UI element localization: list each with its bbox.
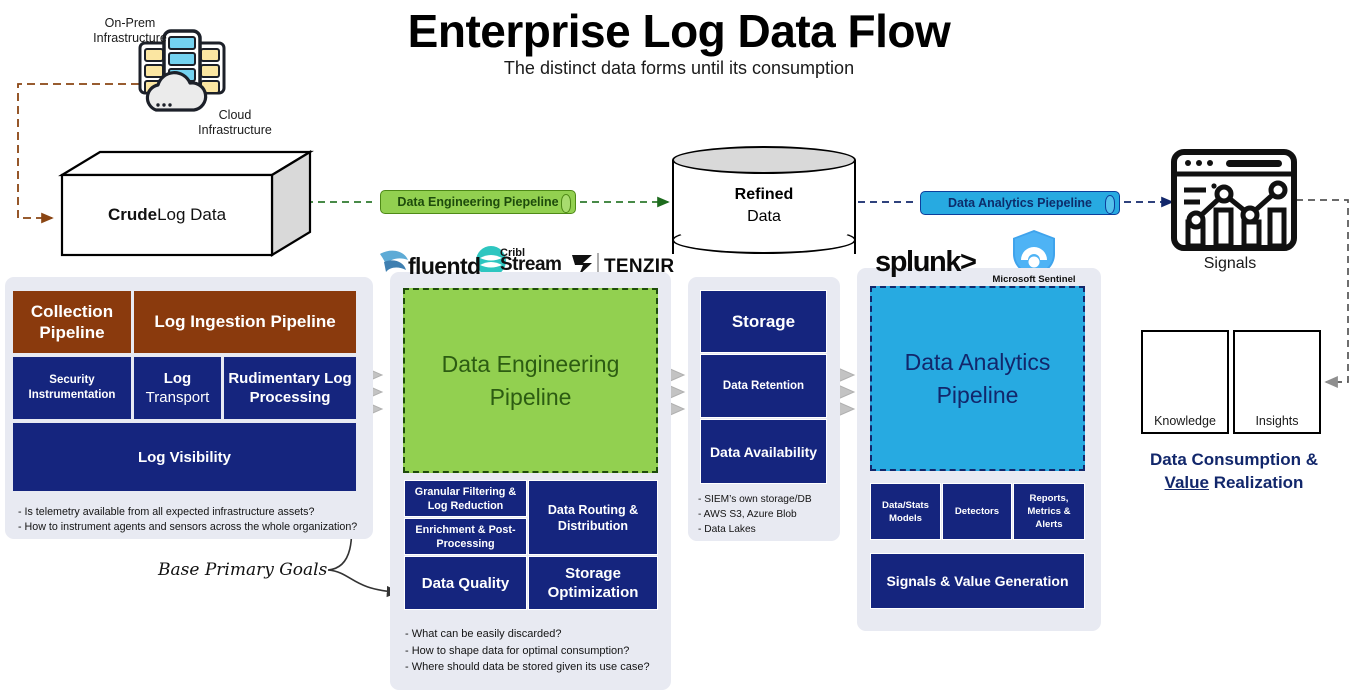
data-analytics-pipeline-badge[interactable]: Data Analytics Piepeline bbox=[920, 191, 1120, 215]
block-reports-metrics-alerts[interactable]: Reports, Metrics & Alerts bbox=[1013, 483, 1085, 540]
log-transport-bold: Log bbox=[163, 370, 192, 387]
refined-data-label: Refined Data bbox=[672, 184, 856, 228]
collection-note-2: - How to instrument agents and sensors a… bbox=[18, 521, 358, 533]
cloud-label-line2: Infrastructure bbox=[198, 123, 272, 137]
data-analytics-pipeline-label: Data Analytics Piepeline bbox=[947, 196, 1093, 210]
crude-log-data-bold: Crude bbox=[107, 205, 158, 224]
knowledge-label: Knowledge bbox=[1154, 414, 1216, 428]
block-storage[interactable]: Storage bbox=[700, 290, 827, 353]
storage-note-2: - AWS S3, Azure Blob bbox=[698, 509, 797, 520]
page-title: Enterprise Log Data Flow bbox=[407, 5, 951, 57]
onprem-label-line2: Infrastructure bbox=[93, 31, 167, 45]
pipe-cap-icon bbox=[561, 194, 571, 213]
cylinder-bottom bbox=[672, 226, 856, 254]
collection-panel-notes: - Is telemetry available from all expect… bbox=[18, 505, 368, 535]
cloud-label: Cloud Infrastructure bbox=[185, 108, 285, 138]
block-detectors[interactable]: Detectors bbox=[942, 483, 1012, 540]
cloud-label-line1: Cloud bbox=[218, 108, 252, 122]
block-data-availability[interactable]: Data Availability bbox=[700, 419, 827, 484]
insights-card[interactable]: Insights bbox=[1233, 330, 1321, 434]
engineering-note-2: - How to shape data for optimal consumpt… bbox=[405, 644, 630, 657]
block-security-instrumentation[interactable]: Security Instrumentation bbox=[13, 357, 131, 419]
block-signals-value-generation[interactable]: Signals & Value Generation bbox=[870, 553, 1085, 609]
microsoft-sentinel-logo-text: Microsoft Sentinel bbox=[992, 274, 1076, 285]
log-transport-rest: Transport bbox=[145, 389, 210, 406]
block-data-retention[interactable]: Data Retention bbox=[700, 354, 827, 418]
consumption-title-value: Value bbox=[1164, 473, 1209, 492]
block-collection-pipeline[interactable]: Collection Pipeline bbox=[13, 291, 131, 353]
insights-label: Insights bbox=[1255, 414, 1299, 428]
storage-panel-notes: - SIEM’s own storage/DB - AWS S3, Azure … bbox=[698, 492, 843, 537]
base-primary-goals-annotation: Base Primary Goals bbox=[158, 560, 328, 580]
block-data-routing-distribution[interactable]: Data Routing & Distribution bbox=[528, 480, 658, 555]
data-analytics-pipeline-main-block[interactable]: Data Analytics Pipeline bbox=[870, 286, 1085, 471]
refined-data-bold: Refined bbox=[734, 186, 794, 203]
splunk-logo-text: splunk> bbox=[875, 246, 977, 278]
fluentd-bird-icon bbox=[380, 250, 408, 272]
block-data-quality[interactable]: Data Quality bbox=[404, 556, 527, 610]
cribl-stream-logo-text: Cribl Stream bbox=[500, 248, 562, 275]
data-engineering-pipeline-main-block[interactable]: Data Engineering Pipeline bbox=[403, 288, 658, 473]
onprem-label-line1: On-Prem bbox=[104, 16, 156, 30]
block-log-visibility[interactable]: Log Visibility bbox=[13, 423, 356, 491]
block-log-ingestion-pipeline[interactable]: Log Ingestion Pipeline bbox=[134, 291, 356, 353]
refined-data-cylinder: Refined Data bbox=[672, 146, 856, 268]
block-log-transport[interactable]: Log Transport bbox=[134, 357, 221, 419]
fluentd-logo-text: fluentd bbox=[408, 253, 481, 279]
consumption-title-line1: Data Consumption & bbox=[1149, 450, 1319, 469]
knowledge-card[interactable]: Knowledge bbox=[1141, 330, 1229, 434]
consumption-title-rest: Realization bbox=[1208, 473, 1304, 492]
storage-note-3: - Data Lakes bbox=[698, 524, 756, 535]
pipe-cap-icon bbox=[1105, 195, 1115, 214]
onprem-label: On-Prem Infrastructure bbox=[80, 16, 180, 46]
engineering-note-1: - What can be easily discarded? bbox=[405, 628, 562, 640]
cribl-big: Stream bbox=[500, 254, 562, 275]
data-consumption-title: Data Consumption & Value Realization bbox=[1110, 448, 1358, 494]
block-rudimentary-log-processing[interactable]: Rudimentary Log Processing bbox=[224, 357, 356, 419]
engineering-note-3: - Where should data be stored given its … bbox=[405, 661, 650, 673]
tenzir-logo-text: TENZIR bbox=[604, 256, 675, 277]
block-granular-filtering[interactable]: Granular Filtering & Log Reduction bbox=[404, 480, 527, 517]
crude-log-data-label: Crude Log Data bbox=[62, 175, 272, 255]
page-subtitle: The distinct data forms until its consum… bbox=[503, 58, 855, 78]
data-engineering-pipeline-badge[interactable]: Data Engineering Piepeline bbox=[380, 190, 576, 214]
cylinder-top bbox=[672, 146, 856, 174]
refined-data-rest: Data bbox=[747, 208, 781, 225]
block-data-stats-models[interactable]: Data/Stats Models bbox=[870, 483, 941, 540]
signals-label: Signals bbox=[1203, 255, 1257, 272]
data-engineering-pipeline-label: Data Engineering Piepeline bbox=[397, 195, 559, 209]
engineering-panel-notes: - What can be easily discarded? - How to… bbox=[405, 626, 670, 676]
chart-dashboard-icon bbox=[1171, 149, 1297, 251]
storage-note-1: - SIEM’s own storage/DB bbox=[698, 494, 812, 505]
collection-note-1: - Is telemetry available from all expect… bbox=[18, 506, 315, 518]
crude-log-data-rest: Log Data bbox=[157, 205, 227, 224]
block-enrichment-post-processing[interactable]: Enrichment & Post-Processing bbox=[404, 518, 527, 555]
block-storage-optimization[interactable]: Storage Optimization bbox=[528, 556, 658, 610]
